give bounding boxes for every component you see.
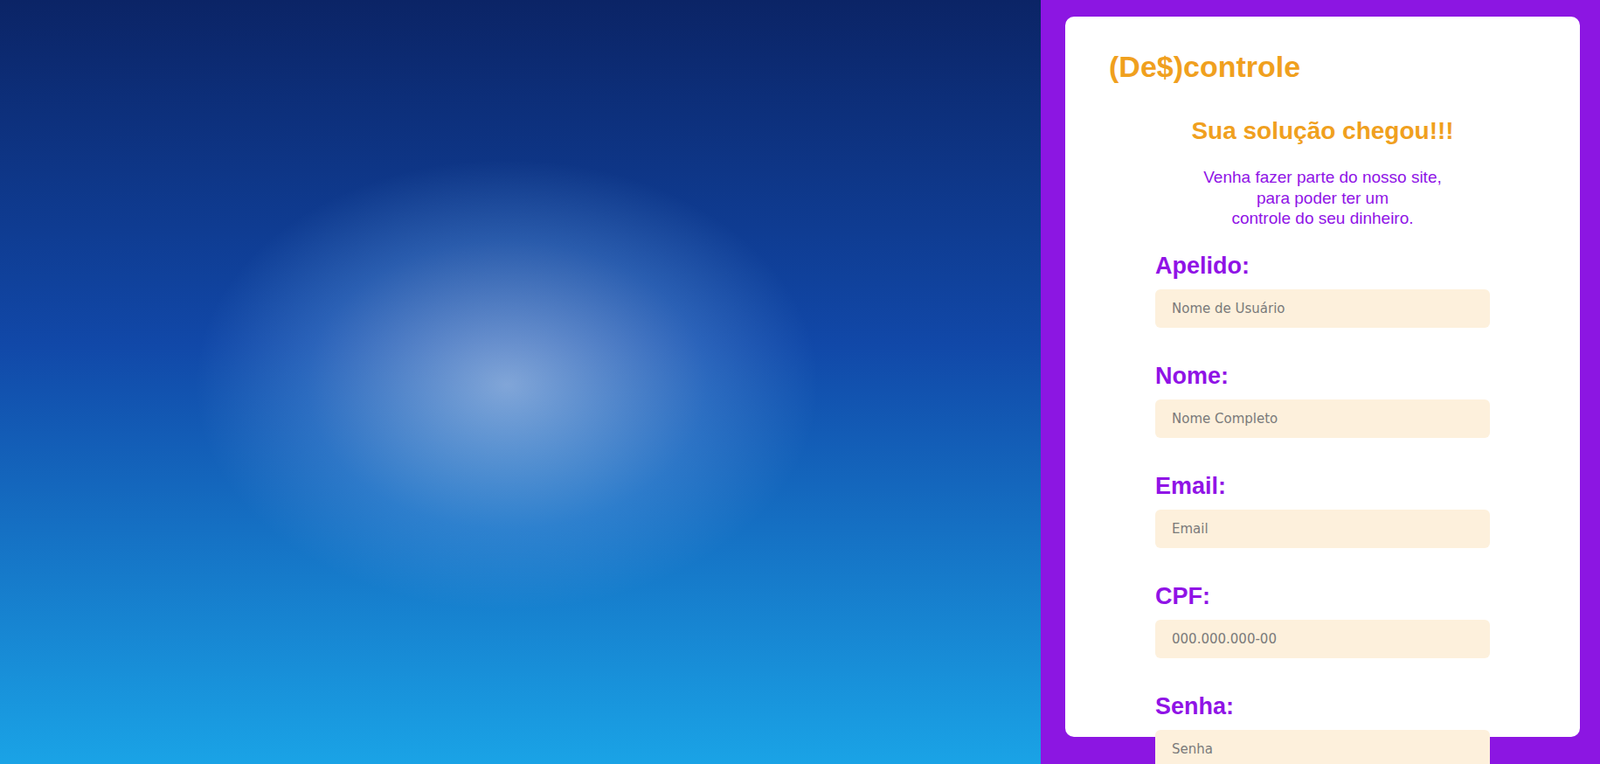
intro-line: Venha fazer parte do nosso site, — [1203, 166, 1442, 188]
form-field: Senha: — [1155, 692, 1490, 764]
form-side: (De$)controle Sua solução chegou!!! Venha … — [1040, 0, 1600, 764]
field-input[interactable] — [1155, 509, 1490, 548]
field-input[interactable] — [1155, 399, 1490, 438]
form-field: Email: — [1155, 471, 1490, 548]
signup-page: (De$)controle Sua solução chegou!!! Venha … — [0, 0, 1600, 764]
field-label: Nome: — [1155, 361, 1490, 390]
intro-line: para poder ter um — [1256, 187, 1389, 209]
field-label: Apelido: — [1155, 251, 1490, 280]
intro-line: controle do seu dinheiro. — [1231, 207, 1413, 229]
logo[interactable]: (De$)controle — [1108, 48, 1301, 84]
headline: Sua solução chegou!!! — [1108, 116, 1537, 146]
intro-text: Venha fazer parte do nosso site,para pod… — [1108, 166, 1537, 229]
form-field: CPF: — [1155, 581, 1490, 659]
field-label: Email: — [1155, 471, 1490, 500]
signup-form: Apelido: Nome: Email: CPF: Senha: — [1155, 251, 1490, 764]
form-field: Apelido: — [1155, 251, 1490, 328]
field-input[interactable] — [1155, 289, 1490, 328]
field-label: CPF: — [1155, 581, 1490, 610]
illustration — [0, 0, 1041, 764]
illustration-glow — [192, 157, 822, 612]
field-label: Senha: — [1155, 692, 1490, 721]
signup-card: (De$)controle Sua solução chegou!!! Venha … — [1065, 16, 1580, 737]
field-input[interactable] — [1155, 729, 1490, 764]
form-field: Nome: — [1155, 361, 1490, 438]
field-input[interactable] — [1155, 619, 1490, 659]
